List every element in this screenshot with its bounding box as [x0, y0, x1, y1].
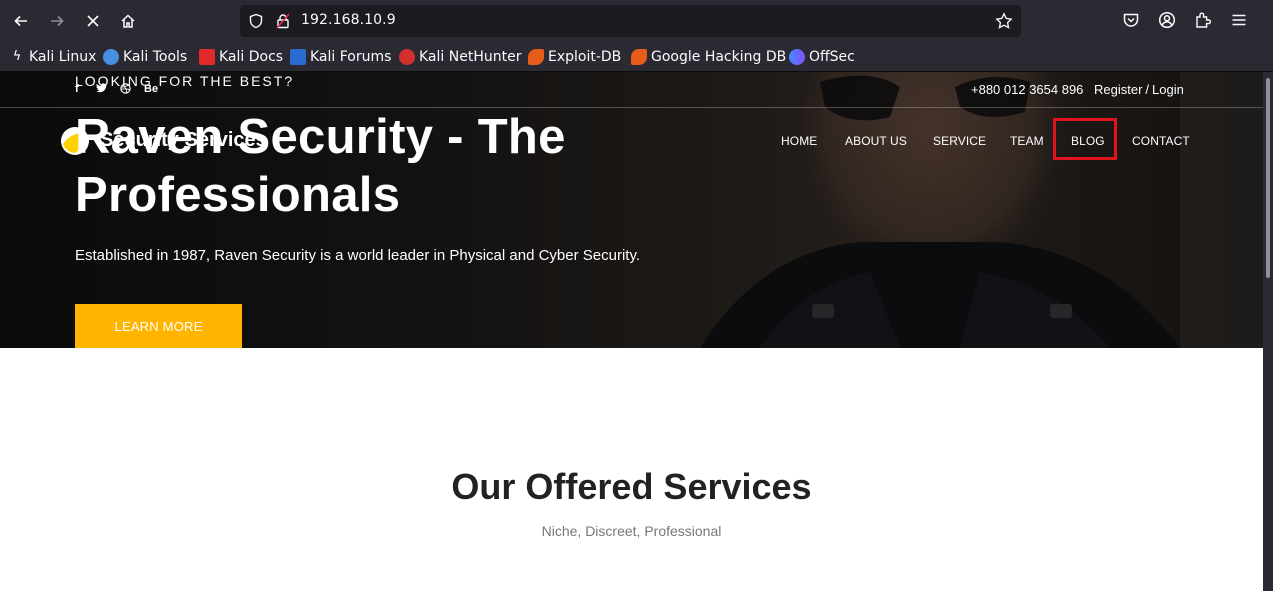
- kali-dragon-icon: ϟ: [9, 49, 25, 65]
- offsec-icon: [789, 49, 805, 65]
- bookmark-label: Google Hacking DB: [651, 49, 787, 65]
- learn-more-button[interactable]: LEARN MORE: [75, 304, 242, 348]
- nav-about-us[interactable]: ABOUT US: [845, 134, 907, 148]
- page-scrollbar[interactable]: [1263, 72, 1273, 591]
- home-icon: [121, 14, 135, 28]
- bookmark-label: Kali NetHunter: [419, 49, 522, 65]
- star-icon[interactable]: [995, 12, 1013, 30]
- bookmark-label: OffSec: [809, 49, 855, 65]
- pocket-icon[interactable]: [1122, 11, 1140, 29]
- auth-links: Register / Login: [1094, 82, 1184, 97]
- url-bar[interactable]: 192.168.10.9: [240, 5, 1021, 37]
- bookmark-exploit-db[interactable]: Exploit-DB: [528, 47, 621, 67]
- insecure-lock-icon[interactable]: [275, 13, 291, 29]
- nav-home[interactable]: HOME: [781, 134, 817, 148]
- bookmark-label: Exploit-DB: [548, 49, 622, 65]
- exploit-db-icon: [528, 49, 544, 65]
- bookmark-kali-nethunter[interactable]: Kali NetHunter: [399, 47, 521, 67]
- login-link[interactable]: Login: [1152, 82, 1184, 97]
- account-icon[interactable]: [1158, 11, 1176, 29]
- hero-banner: f Be LOOKING FOR THE BEST? +880 012 3654…: [0, 72, 1263, 348]
- services-section-title: Our Offered Services: [451, 466, 812, 507]
- nethunter-icon: [399, 49, 415, 65]
- bookmark-kali-linux[interactable]: ϟ Kali Linux: [9, 47, 96, 67]
- kali-tools-icon: [103, 49, 119, 65]
- tagline: LOOKING FOR THE BEST?: [75, 73, 295, 89]
- nav-service[interactable]: SERVICE: [933, 134, 986, 148]
- browser-toolbar: 192.168.10.9: [0, 0, 1273, 42]
- shield-icon[interactable]: [248, 13, 264, 29]
- scrollbar-thumb[interactable]: [1266, 78, 1270, 278]
- ghdb-icon: [631, 49, 647, 65]
- web-page: f Be LOOKING FOR THE BEST? +880 012 3654…: [0, 72, 1263, 591]
- home-button[interactable]: [112, 5, 144, 37]
- bookmark-kali-docs[interactable]: Kali Docs: [199, 47, 283, 67]
- arrow-right-icon: [51, 15, 64, 27]
- forward-button[interactable]: [41, 5, 73, 37]
- bookmark-label: Kali Linux: [29, 49, 97, 65]
- bookmark-kali-tools[interactable]: Kali Tools: [103, 47, 187, 67]
- nav-contact[interactable]: CONTACT: [1132, 134, 1190, 148]
- bookmark-kali-forums[interactable]: Kali Forums: [290, 47, 391, 67]
- hero-title-line: Professionals: [75, 168, 401, 222]
- bookmark-google-hacking-db[interactable]: Google Hacking DB: [631, 47, 786, 67]
- url-text[interactable]: 192.168.10.9: [301, 12, 396, 28]
- nav-team[interactable]: TEAM: [1010, 134, 1044, 148]
- phone-number: +880 012 3654 896: [971, 82, 1084, 97]
- hero-title-line: Raven Security - The: [75, 110, 566, 164]
- extensions-icon[interactable]: [1194, 11, 1212, 29]
- auth-separator: /: [1145, 82, 1150, 97]
- bookmarks-bar: ϟ Kali Linux Kali Tools Kali Docs Kali F…: [0, 42, 1273, 72]
- bookmark-label: Kali Forums: [310, 49, 392, 65]
- bookmark-offsec[interactable]: OffSec: [789, 47, 855, 67]
- blog-highlight-annotation: [1053, 118, 1117, 160]
- kali-docs-icon: [199, 49, 215, 65]
- services-section-subtitle: Niche, Discreet, Professional: [541, 523, 722, 539]
- bookmark-label: Kali Docs: [219, 49, 284, 65]
- arrow-left-icon: [14, 15, 27, 27]
- hero-subtitle: Established in 1987, Raven Security is a…: [75, 247, 641, 264]
- bookmark-label: Kali Tools: [123, 49, 188, 65]
- kali-forums-icon: [290, 49, 306, 65]
- hero-title: Raven Security - The Professionals: [75, 108, 715, 224]
- register-link[interactable]: Register: [1094, 82, 1142, 97]
- close-icon: [87, 15, 99, 27]
- menu-icon[interactable]: [1230, 11, 1248, 29]
- back-button[interactable]: [5, 5, 37, 37]
- stop-button[interactable]: [77, 5, 109, 37]
